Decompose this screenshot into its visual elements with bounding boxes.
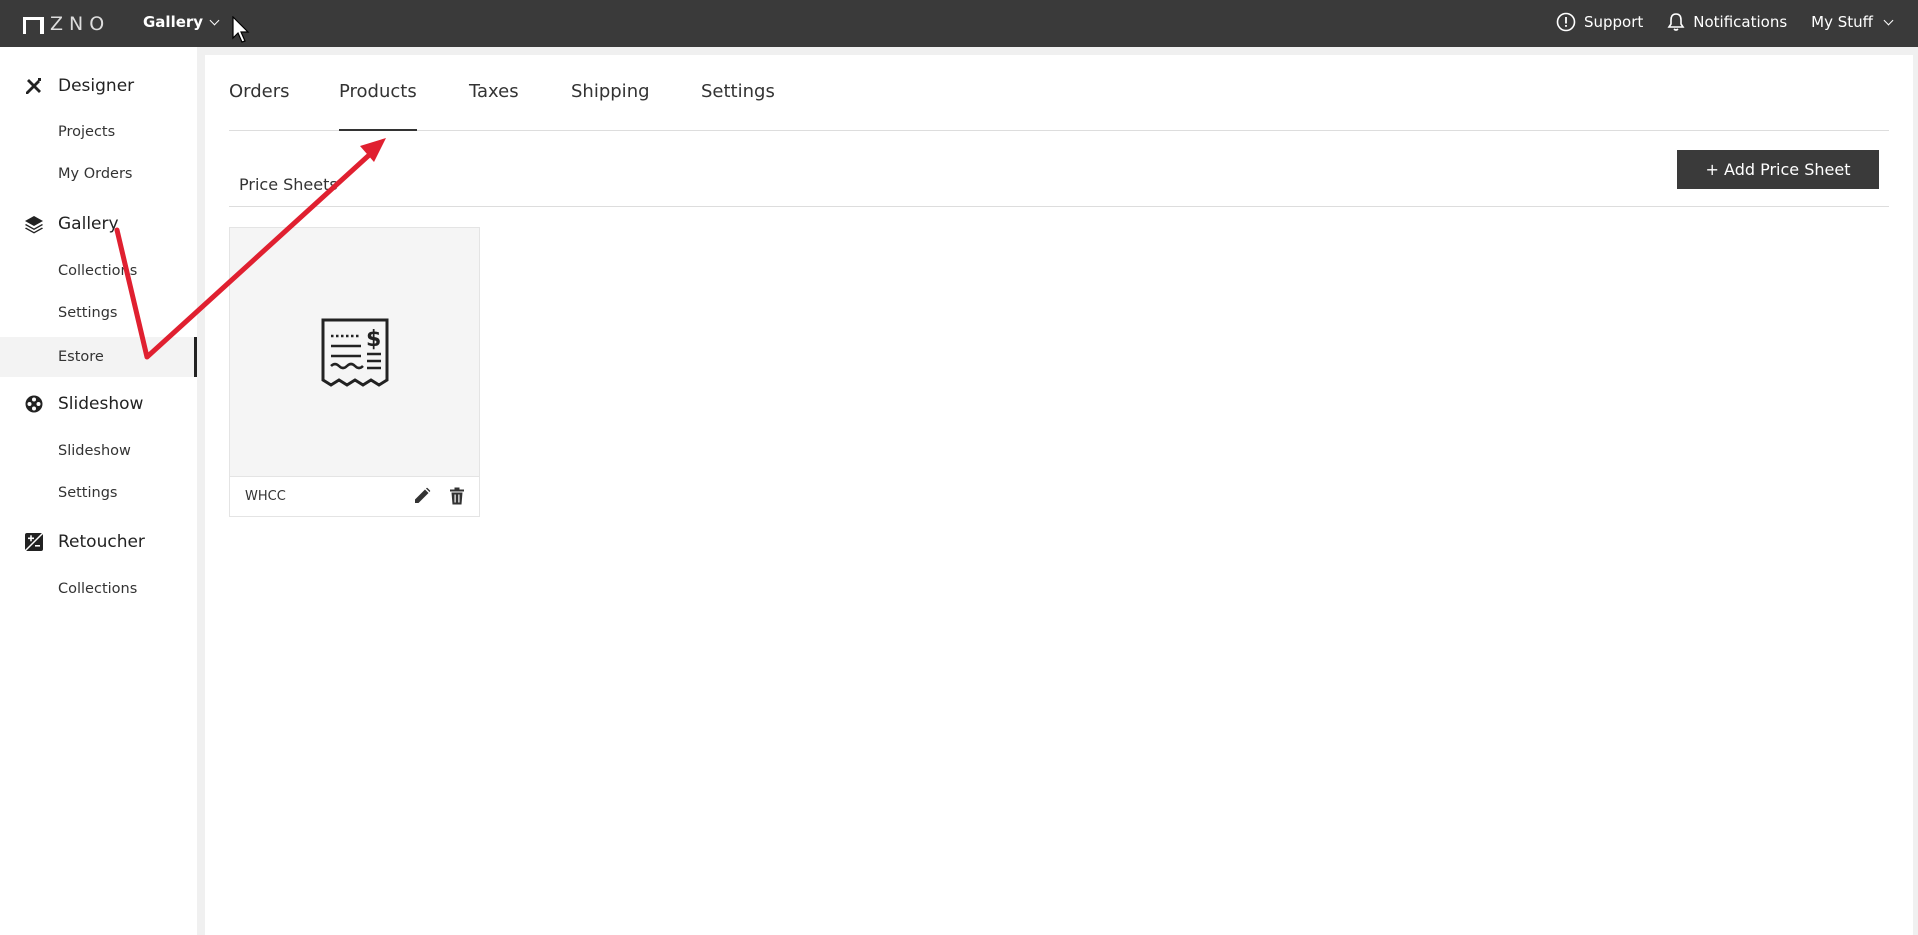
sidebar-item-gallery-settings[interactable]: Settings: [58, 305, 117, 321]
tab-orders[interactable]: Orders: [229, 81, 290, 131]
zno-logo[interactable]: ZNO: [22, 13, 110, 35]
receipt-icon: $: [321, 318, 388, 387]
notifications-label: Notifications: [1693, 13, 1788, 31]
sidebar-divider: [197, 47, 205, 935]
top-bar: ZNO Gallery Support Notifications My Stu…: [0, 0, 1918, 47]
alert-circle-icon: [1556, 12, 1576, 32]
sidebar: Designer Projects My Orders Gallery Coll…: [0, 47, 197, 935]
tab-bar: Orders Products Taxes Shipping Settings: [229, 55, 1889, 131]
tab-shipping[interactable]: Shipping: [571, 81, 650, 131]
edit-pencil-icon[interactable]: [413, 487, 431, 505]
zno-logo-icon: [22, 16, 44, 34]
trash-icon[interactable]: [449, 487, 465, 505]
price-sheets-header: Price Sheets + Add Price Sheet: [229, 150, 1889, 207]
sidebar-item-slideshow-settings[interactable]: Settings: [58, 485, 117, 501]
notifications-link[interactable]: Notifications: [1667, 12, 1787, 32]
sidebar-section-label: Gallery: [58, 214, 119, 234]
sidebar-item-projects[interactable]: Projects: [58, 124, 115, 140]
svg-text:$: $: [366, 327, 381, 352]
tab-taxes[interactable]: Taxes: [469, 81, 519, 131]
my-stuff-label: My Stuff: [1811, 13, 1873, 31]
add-price-sheet-button[interactable]: + Add Price Sheet: [1677, 150, 1879, 189]
price-sheet-actions: [413, 487, 465, 505]
sidebar-section-slideshow[interactable]: Slideshow: [24, 394, 143, 414]
mouse-cursor-icon: [232, 16, 250, 43]
bell-icon: [1667, 13, 1685, 31]
price-sheets-title: Price Sheets: [239, 175, 338, 194]
tab-settings[interactable]: Settings: [701, 81, 775, 131]
price-sheet-card[interactable]: $ WHCC: [229, 227, 480, 517]
price-sheet-card-footer: WHCC: [230, 476, 479, 516]
my-stuff-menu[interactable]: My Stuff: [1811, 13, 1894, 31]
sidebar-section-label: Retoucher: [58, 532, 145, 552]
support-link[interactable]: Support: [1556, 12, 1643, 32]
sidebar-section-retoucher[interactable]: Retoucher: [24, 532, 145, 552]
top-right-menu: Support Notifications My Stuff: [1556, 12, 1894, 32]
sidebar-section-designer[interactable]: Designer: [24, 76, 134, 96]
app-switcher-label: Gallery: [143, 13, 204, 31]
film-reel-icon: [25, 395, 43, 413]
pencil-ruler-icon: [26, 78, 41, 94]
sidebar-section-label: Slideshow: [58, 394, 144, 414]
tab-products[interactable]: Products: [339, 81, 417, 131]
sidebar-section-gallery[interactable]: Gallery: [24, 214, 119, 234]
sidebar-item-my-orders[interactable]: My Orders: [58, 166, 132, 182]
layers-icon: [25, 216, 43, 234]
main-panel: Orders Products Taxes Shipping Settings …: [205, 55, 1913, 935]
chevron-down-icon: [1883, 15, 1894, 25]
sidebar-item-estore[interactable]: Estore: [0, 337, 197, 377]
sidebar-item-retoucher-collections[interactable]: Collections: [58, 581, 137, 597]
logo-text: ZNO: [50, 13, 111, 35]
exposure-icon: [24, 532, 44, 552]
app-switcher[interactable]: Gallery: [143, 13, 220, 31]
price-sheet-name: WHCC: [245, 489, 286, 504]
sidebar-item-collections[interactable]: Collections: [58, 263, 137, 279]
price-sheet-thumbnail[interactable]: $: [230, 228, 479, 476]
sidebar-item-slideshow[interactable]: Slideshow: [58, 443, 131, 459]
chevron-down-icon: [209, 15, 220, 25]
support-label: Support: [1583, 13, 1644, 31]
sidebar-section-label: Designer: [58, 76, 135, 96]
